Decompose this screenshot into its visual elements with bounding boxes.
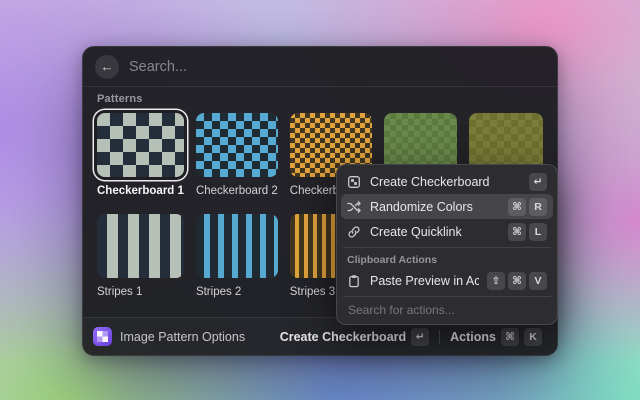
menu-item-randomize-colors[interactable]: Randomize Colors ⌘R [341, 194, 553, 219]
key-badge: L [529, 223, 547, 241]
pattern-tile-label: Stripes 2 [196, 286, 278, 299]
pattern-tile-label: Checkerboard 2 [196, 185, 278, 198]
footer-app-info: Image Pattern Options [93, 327, 245, 346]
pattern-swatch [196, 214, 278, 278]
menu-item-shortcut: ⇧⌘V [487, 272, 547, 290]
shuffle-icon [347, 200, 362, 214]
actions-label: Actions [450, 330, 496, 344]
footer-app-label: Image Pattern Options [120, 330, 245, 344]
menu-item-label: Create Checkerboard [370, 175, 521, 189]
pattern-swatch [196, 113, 278, 177]
pattern-tile-label: Stripes 1 [97, 286, 184, 299]
app-icon [93, 327, 112, 346]
primary-action-button[interactable]: Create Checkerboard ↵ [275, 324, 434, 350]
enter-key-badge: ↵ [411, 328, 429, 346]
footer-divider [439, 330, 440, 344]
menu-item-label: Paste Preview in Active App [370, 274, 479, 288]
actions-search-input[interactable] [343, 303, 551, 317]
link-icon [347, 225, 362, 239]
search-input[interactable] [129, 59, 545, 75]
key-badge: ⌘ [508, 198, 526, 216]
key-badge: ↵ [529, 173, 547, 191]
search-header: ← [83, 47, 557, 87]
menu-divider [343, 296, 551, 297]
key-badge: ⌘ [508, 223, 526, 241]
cmd-key-badge: ⌘ [501, 328, 519, 346]
menu-item-label: Create Quicklink [370, 225, 500, 239]
pattern-tile-stripes-2[interactable]: Stripes 2 [196, 214, 278, 299]
menu-section-label-clipboard-actions: Clipboard Actions [341, 251, 553, 268]
menu-item-create-checkerboard[interactable]: Create Checkerboard ↵ [341, 169, 553, 194]
key-badge: V [529, 272, 547, 290]
create-checkerboard-icon [347, 175, 362, 189]
actions-search-row [341, 300, 553, 320]
actions-button[interactable]: Actions ⌘ K [445, 324, 547, 350]
menu-item-create-quicklink[interactable]: Create Quicklink ⌘L [341, 219, 553, 244]
pattern-tile-checkerboard-1[interactable]: Checkerboard 1 [97, 113, 184, 198]
pattern-tile-checkerboard-2[interactable]: Checkerboard 2 [196, 113, 278, 198]
actions-menu: Create Checkerboard ↵ Randomize Colors ⌘… [336, 164, 558, 325]
back-arrow-icon: ← [101, 60, 114, 73]
pattern-swatch [97, 113, 184, 177]
menu-divider [343, 247, 551, 248]
pattern-swatch [97, 214, 184, 278]
patterns-section-label: Patterns [97, 93, 543, 105]
clipboard-icon [347, 274, 362, 288]
key-badge: ⇧ [487, 272, 505, 290]
key-badge: R [529, 198, 547, 216]
menu-item-shortcut: ⌘L [508, 223, 547, 241]
actions-menu-items: Create Checkerboard ↵ Randomize Colors ⌘… [341, 169, 553, 293]
back-button[interactable]: ← [95, 55, 119, 79]
pattern-tile-stripes-1[interactable]: Stripes 1 [97, 214, 184, 299]
footer-actions: Create Checkerboard ↵ Actions ⌘ K [275, 324, 547, 350]
pattern-tile-label: Checkerboard 1 [97, 185, 184, 198]
menu-item-label: Randomize Colors [370, 200, 500, 214]
menu-item-shortcut: ⌘R [508, 198, 547, 216]
menu-item-paste-preview-in-active-app[interactable]: Paste Preview in Active App ⇧⌘V [341, 268, 553, 293]
k-key-badge: K [524, 328, 542, 346]
key-badge: ⌘ [508, 272, 526, 290]
primary-action-label: Create Checkerboard [280, 330, 406, 344]
menu-item-shortcut: ↵ [529, 173, 547, 191]
